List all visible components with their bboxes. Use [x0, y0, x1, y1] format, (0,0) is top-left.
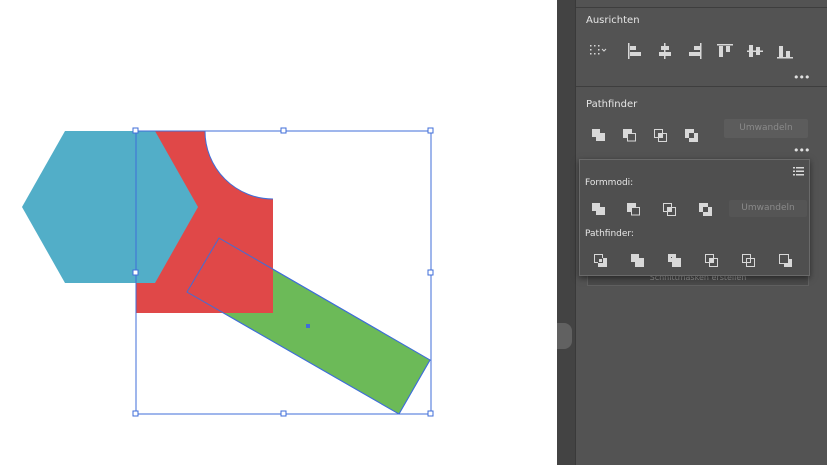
align-top-icon	[717, 44, 733, 57]
list-menu-icon	[793, 167, 804, 176]
merge-icon	[668, 254, 681, 267]
popover-exclude-button[interactable]	[695, 199, 717, 219]
outline-icon	[742, 254, 755, 267]
handle-middle-left[interactable]	[132, 269, 139, 276]
align-to-selection-button[interactable]	[587, 41, 609, 61]
trim-icon	[631, 254, 644, 267]
align-left-icon	[628, 43, 641, 59]
intersect-button[interactable]	[650, 125, 672, 145]
align-horizontal-center-icon	[659, 43, 671, 59]
handle-top-left[interactable]	[132, 127, 139, 134]
divide-icon	[594, 254, 607, 267]
popover-unite-button[interactable]	[588, 199, 610, 219]
align-to-selection-icon	[590, 45, 607, 55]
unite-icon	[592, 129, 605, 141]
artboard-canvas[interactable]	[0, 0, 557, 465]
handle-middle-right[interactable]	[427, 269, 434, 276]
handle-bottom-middle[interactable]	[280, 410, 287, 417]
align-bottom-button[interactable]	[774, 41, 796, 61]
align-section-title: Ausrichten	[586, 15, 640, 26]
popover-intersect-button[interactable]	[659, 199, 681, 219]
exclude-icon	[699, 203, 712, 216]
align-top-button[interactable]	[714, 41, 736, 61]
align-vertical-center-button[interactable]	[744, 41, 766, 61]
handle-bottom-left[interactable]	[132, 410, 139, 417]
divide-button[interactable]	[590, 250, 612, 270]
align-right-button[interactable]	[684, 41, 706, 61]
outline-button[interactable]	[738, 250, 760, 270]
artwork	[22, 127, 434, 417]
popover-expand-button[interactable]: Umwandeln	[729, 200, 807, 217]
trim-button[interactable]	[627, 250, 649, 270]
minus-front-icon	[627, 203, 640, 216]
intersect-icon	[663, 203, 676, 216]
pathfinder-options-popover: Formmodi: Umwandeln Pathfinder:	[579, 159, 810, 276]
popover-minus-front-button[interactable]	[623, 199, 645, 219]
handle-bottom-right[interactable]	[427, 410, 434, 417]
align-section-separator	[576, 86, 827, 87]
exclude-button[interactable]	[681, 125, 703, 145]
shape-modes-label: Formmodi:	[585, 178, 634, 188]
minus-front-icon	[623, 129, 636, 142]
handle-top-right[interactable]	[427, 127, 434, 134]
panel-top-separator	[576, 7, 827, 8]
pathfinder-more-options-button[interactable]: •••	[793, 145, 810, 156]
popover-menu-button[interactable]	[793, 161, 805, 176]
exclude-icon	[685, 129, 698, 142]
crop-button[interactable]	[701, 250, 723, 270]
align-left-button[interactable]	[624, 41, 646, 61]
minus-back-icon	[779, 254, 792, 267]
align-right-icon	[689, 43, 702, 59]
panel-collapse-grip[interactable]	[557, 323, 572, 349]
make-clipping-mask-button[interactable]: Schnittmasken erstellen	[587, 276, 809, 286]
panel-divider	[557, 0, 575, 465]
pathfinders-label: Pathfinder:	[585, 229, 634, 239]
center-point	[306, 324, 310, 328]
crop-icon	[705, 254, 718, 267]
align-bottom-icon	[777, 46, 793, 59]
align-more-options-button[interactable]: •••	[793, 72, 810, 83]
handle-top-middle[interactable]	[280, 127, 287, 134]
unite-button[interactable]	[588, 125, 610, 145]
unite-icon	[592, 203, 605, 215]
expand-button[interactable]: Umwandeln	[724, 119, 808, 138]
align-horizontal-center-button[interactable]	[654, 41, 676, 61]
minus-back-button[interactable]	[775, 250, 797, 270]
pathfinder-section-title: Pathfinder	[586, 99, 638, 110]
align-vertical-center-icon	[747, 45, 763, 57]
intersect-icon	[654, 129, 667, 142]
merge-button[interactable]	[664, 250, 686, 270]
minus-front-button[interactable]	[619, 125, 641, 145]
